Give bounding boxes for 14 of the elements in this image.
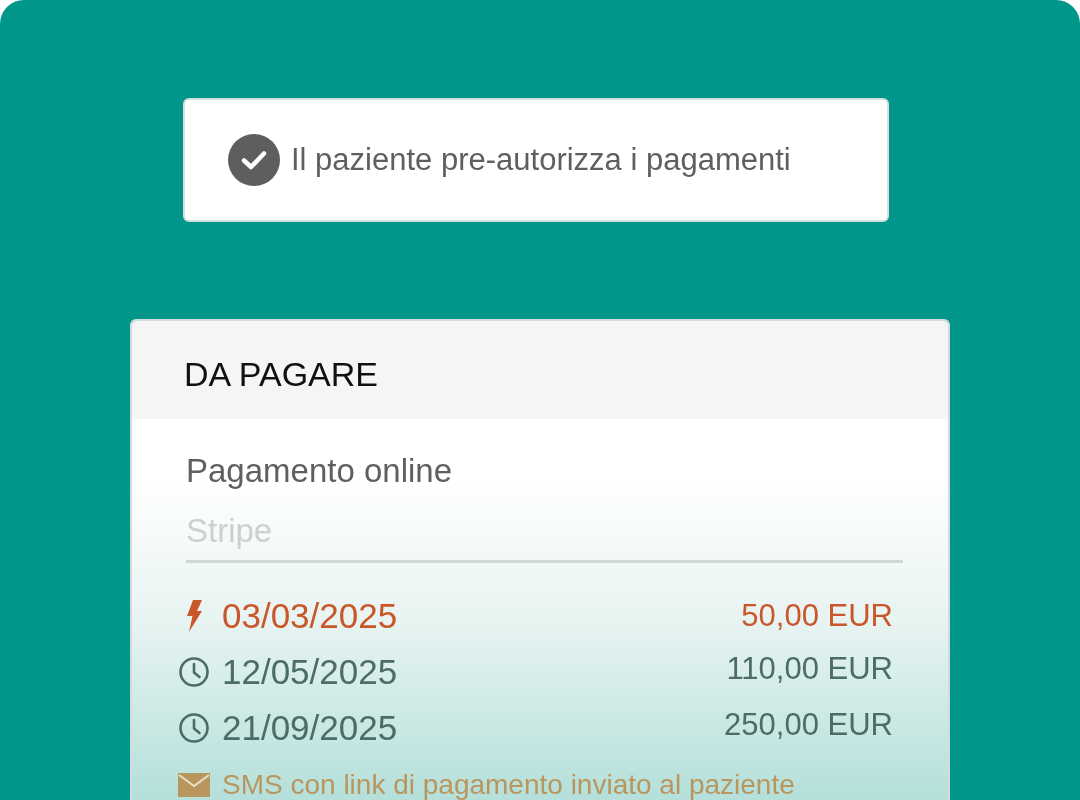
lightning-bolt-icon [186,600,202,632]
field-label: Pagamento online [186,453,453,489]
installment-amount: 110,00 EUR [726,651,893,687]
installment-amount: 50,00 EUR [741,598,893,634]
installment-amount: 250,00 EUR [724,707,893,743]
installment-date: 03/03/2025 [222,596,398,636]
card-title: DA PAGARE [184,354,378,394]
notice-text: Il paziente pre-autorizza i pagamenti [291,142,791,178]
clock-icon [179,657,209,687]
installment-date: 21/09/2025 [222,708,398,748]
clock-icon [179,713,209,743]
envelope-icon [178,773,210,797]
sms-note: SMS con link di pagamento inviato al paziente [222,770,795,800]
installment-date: 12/05/2025 [222,652,398,692]
